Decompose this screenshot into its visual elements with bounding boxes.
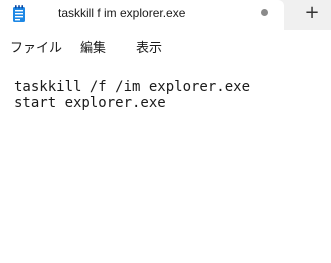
tab-bar: taskkill f im explorer.exe + xyxy=(0,0,331,30)
tab-document[interactable]: taskkill f im explorer.exe xyxy=(0,0,284,30)
text-editor[interactable]: taskkill /f /im explorer.exe start explo… xyxy=(0,60,331,263)
menu-bar: ファイル 編集 表示 xyxy=(0,30,331,60)
menu-file[interactable]: ファイル xyxy=(10,37,62,56)
modified-dot-icon[interactable] xyxy=(261,9,268,16)
editor-line: taskkill /f /im explorer.exe xyxy=(14,79,251,95)
menu-view[interactable]: 表示 xyxy=(136,37,162,56)
notepad-window: taskkill f im explorer.exe + ファイル 編集 表示 … xyxy=(0,0,331,263)
editor-line: start explorer.exe xyxy=(14,95,166,111)
new-tab-button[interactable]: + xyxy=(301,1,323,25)
tab-title: taskkill f im explorer.exe xyxy=(58,6,186,20)
menu-edit[interactable]: 編集 xyxy=(80,37,106,56)
notepad-icon xyxy=(12,5,26,23)
